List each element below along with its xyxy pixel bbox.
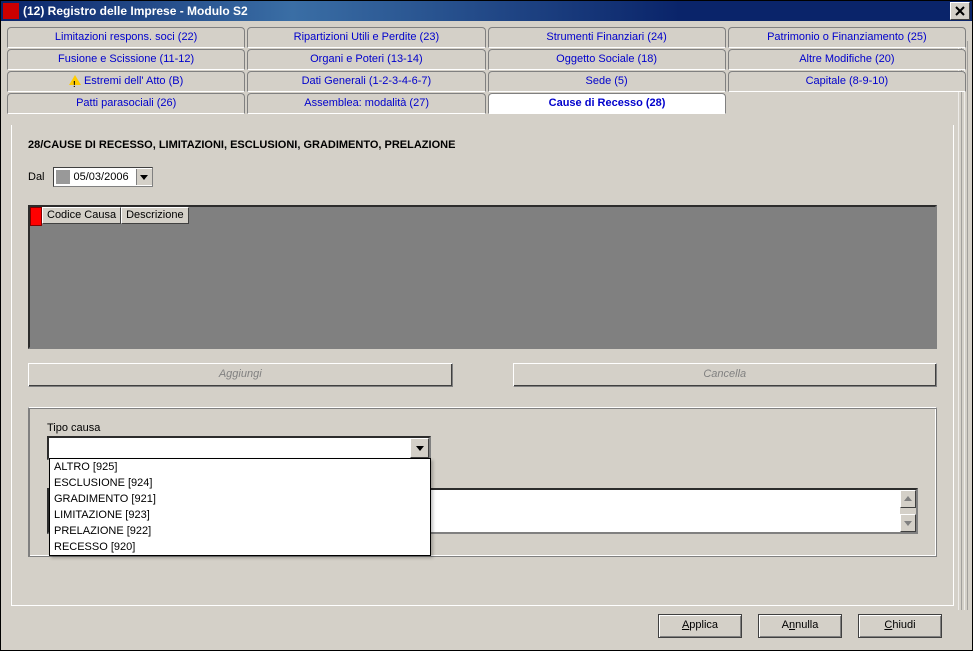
dal-date-input[interactable]: 05/03/2006 xyxy=(53,167,153,187)
applica-button[interactable]: Applica xyxy=(658,614,742,638)
cancella-button[interactable]: Cancella xyxy=(513,363,938,387)
tipo-causa-group: Tipo causa ALTRO [925] ESCLUSIONE [924] … xyxy=(28,407,937,557)
tab-row-4: Patti parasociali (26) Assemblea: modali… xyxy=(7,93,726,114)
tipo-causa-value xyxy=(49,438,410,458)
tab-estremi-atto[interactable]: Estremi dell' Atto (B) xyxy=(7,71,245,92)
dal-value: 05/03/2006 xyxy=(72,171,136,183)
titlebar: (12) Registro delle Imprese - Modulo S2 xyxy=(1,1,972,21)
tipo-causa-option[interactable]: PRELAZIONE [922] xyxy=(50,523,430,539)
tab-row-1: Limitazioni respons. soci (22) Ripartizi… xyxy=(7,27,966,48)
grid-button-row: Aggiungi Cancella xyxy=(28,363,937,387)
annulla-button[interactable]: Annulla xyxy=(758,614,842,638)
tab-organi-poteri[interactable]: Organi e Poteri (13-14) xyxy=(247,49,485,70)
warning-icon xyxy=(69,75,81,85)
tipo-causa-option[interactable]: LIMITAZIONE [923] xyxy=(50,507,430,523)
dal-dropdown-button[interactable] xyxy=(136,169,152,185)
tab-row-2: Fusione e Scissione (11-12) Organi e Pot… xyxy=(7,49,966,70)
dal-row: Dal 05/03/2006 xyxy=(28,167,937,187)
app-window: (12) Registro delle Imprese - Modulo S2 … xyxy=(0,0,973,651)
cause-grid[interactable]: Codice Causa Descrizione xyxy=(28,205,937,349)
tab-oggetto-sociale[interactable]: Oggetto Sociale (18) xyxy=(488,49,726,70)
tab-ripartizioni-utili[interactable]: Ripartizioni Utili e Perdite (23) xyxy=(247,27,485,48)
tipo-causa-option[interactable]: RECESSO [920] xyxy=(50,539,430,555)
tab-altre-modifiche[interactable]: Altre Modifiche (20) xyxy=(728,49,966,70)
tab-limitazioni-respons[interactable]: Limitazioni respons. soci (22) xyxy=(7,27,245,48)
panel-cause-recesso: 28/CAUSE DI RECESSO, LIMITAZIONI, ESCLUS… xyxy=(11,125,954,606)
tab-row-3: Estremi dell' Atto (B) Dati Generali (1-… xyxy=(7,71,966,92)
tab-dati-generali[interactable]: Dati Generali (1-2-3-4-6-7) xyxy=(247,71,485,92)
grid-header: Codice Causa Descrizione xyxy=(30,207,189,224)
scroll-up-icon[interactable] xyxy=(900,490,916,508)
tipo-causa-option[interactable]: ESCLUSIONE [924] xyxy=(50,475,430,491)
tab-assemblea-modalita[interactable]: Assemblea: modalità (27) xyxy=(247,93,485,114)
tab-estremi-atto-label: Estremi dell' Atto (B) xyxy=(84,75,183,87)
grid-corner xyxy=(30,207,42,226)
chiudi-button[interactable]: Chiudi xyxy=(858,614,942,638)
memo-scrollbar[interactable] xyxy=(900,490,916,532)
dal-label: Dal xyxy=(28,171,45,183)
section-title: 28/CAUSE DI RECESSO, LIMITAZIONI, ESCLUS… xyxy=(28,139,937,151)
aggiungi-button[interactable]: Aggiungi xyxy=(28,363,453,387)
tipo-causa-dropdown-button[interactable] xyxy=(410,438,429,458)
tab-sede[interactable]: Sede (5) xyxy=(488,71,726,92)
scroll-down-icon[interactable] xyxy=(900,514,916,532)
tab-cause-recesso[interactable]: Cause di Recesso (28) xyxy=(488,93,726,114)
close-icon[interactable] xyxy=(950,2,970,20)
tab-strumenti-finanziari[interactable]: Strumenti Finanziari (24) xyxy=(488,27,726,48)
window-title: (12) Registro delle Imprese - Modulo S2 xyxy=(23,4,950,18)
tipo-causa-dropdown-list[interactable]: ALTRO [925] ESCLUSIONE [924] GRADIMENTO … xyxy=(49,458,431,556)
footer-buttons: Applica Annulla Chiudi xyxy=(658,614,942,638)
grid-header-codice[interactable]: Codice Causa xyxy=(42,207,121,224)
tab-patrimonio-finanziamento[interactable]: Patrimonio o Finanziamento (25) xyxy=(728,27,966,48)
app-icon xyxy=(3,3,19,19)
tipo-causa-option[interactable]: GRADIMENTO [921] xyxy=(50,491,430,507)
tab-capitale[interactable]: Capitale (8-9-10) xyxy=(728,71,966,92)
tab-patti-parasociali[interactable]: Patti parasociali (26) xyxy=(7,93,245,114)
tipo-causa-option[interactable]: ALTRO [925] xyxy=(50,459,430,475)
tab-fusione-scissione[interactable]: Fusione e Scissione (11-12) xyxy=(7,49,245,70)
calendar-icon xyxy=(56,170,70,184)
grid-header-descrizione[interactable]: Descrizione xyxy=(121,207,188,224)
tipo-causa-combo[interactable]: ALTRO [925] ESCLUSIONE [924] GRADIMENTO … xyxy=(47,436,431,460)
tipo-causa-label: Tipo causa xyxy=(47,422,918,434)
